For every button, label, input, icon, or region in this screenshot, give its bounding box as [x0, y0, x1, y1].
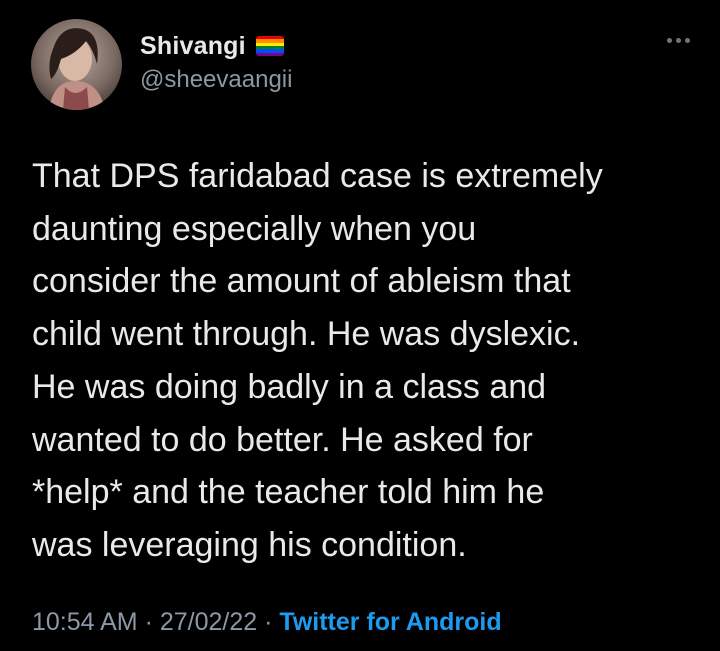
- tweet-line: That DPS faridabad case is extremely: [32, 157, 603, 195]
- rainbow-flag-icon: [255, 36, 284, 56]
- tweet-line: He was doing badly in a class and: [32, 367, 547, 406]
- meta-separator: ·: [257, 608, 280, 636]
- more-dot: [685, 38, 690, 43]
- tweet-line: wanted to do better. He asked for: [32, 420, 533, 459]
- more-dot: [676, 38, 681, 43]
- flag-stripe-purple: [255, 52, 284, 56]
- display-name[interactable]: Shivangi: [140, 32, 246, 61]
- tweet-card: Shivangi @sheevaangii That DPS faridabad…: [0, 0, 720, 651]
- tweet-line: child went through. He was dyslexic.: [32, 315, 581, 354]
- tweet-time[interactable]: 10:54 AM: [32, 608, 138, 636]
- tweet-line: was leveraging his condition.: [32, 525, 467, 564]
- more-options-icon[interactable]: [667, 38, 690, 43]
- avatar[interactable]: [31, 19, 122, 110]
- tweet-meta: 10:54 AM · 27/02/22 · Twitter for Androi…: [32, 608, 502, 637]
- tweet-line: *help* and the teacher told him he: [32, 473, 545, 512]
- profile-photo-icon: [31, 19, 122, 110]
- meta-separator: ·: [137, 608, 160, 636]
- author-handle[interactable]: @sheevaangii: [140, 66, 292, 94]
- tweet-line: consider the amount of ableism that: [32, 262, 571, 301]
- author-row: Shivangi: [140, 30, 284, 62]
- more-dot: [667, 38, 672, 43]
- tweet-line: daunting especially when you: [32, 209, 477, 248]
- tweet-text: That DPS faridabad case is extremely dau…: [32, 150, 702, 572]
- tweet-source-link[interactable]: Twitter for Android: [279, 608, 501, 636]
- tweet-date[interactable]: 27/02/22: [160, 608, 257, 636]
